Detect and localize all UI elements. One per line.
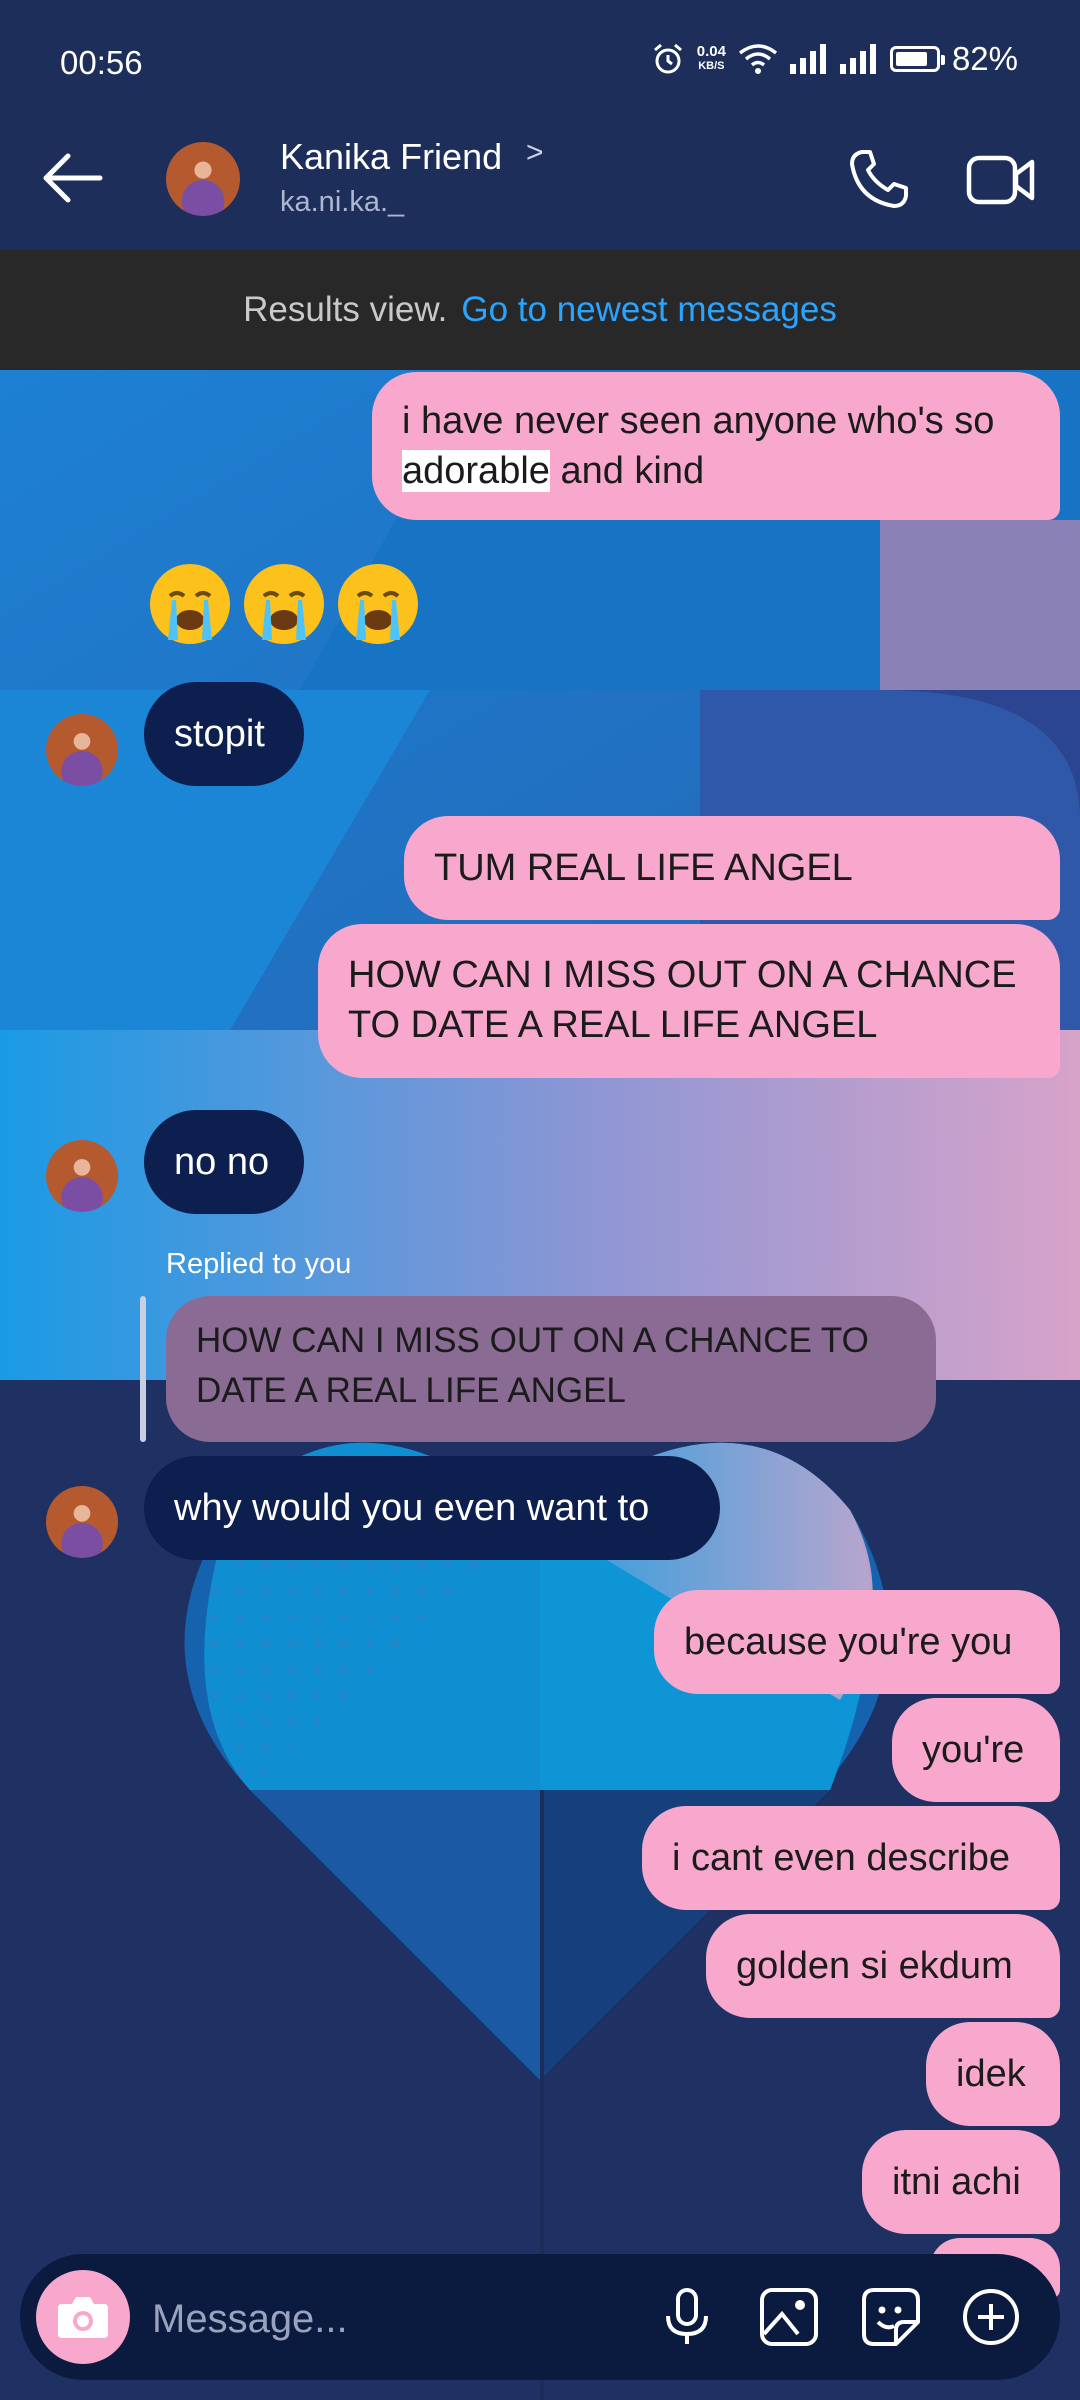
results-view-bar: Results view. Go to newest messages	[0, 250, 1080, 370]
phone-call-icon[interactable]	[848, 148, 910, 210]
outgoing-message[interactable]: i cant even describe	[642, 1806, 1060, 1910]
outgoing-message[interactable]: idek	[926, 2022, 1060, 2126]
emoji-message[interactable]	[146, 560, 422, 648]
camera-icon	[58, 2297, 108, 2338]
alarm-icon	[653, 43, 682, 74]
video-call-icon[interactable]	[966, 150, 1036, 210]
message-input[interactable]	[150, 2288, 654, 2350]
outgoing-message[interactable]: i have never seen anyone who's so adorab…	[372, 372, 1060, 520]
status-time: 00:56	[60, 44, 143, 81]
crying-face-emoji-icon	[150, 564, 230, 644]
gallery-icon[interactable]	[754, 2282, 824, 2352]
network-speed: 0.04 KB/S	[696, 43, 726, 72]
outgoing-message[interactable]: golden si ekdum	[706, 1914, 1060, 2018]
status-icons: 0.04 KB/S 82%	[651, 40, 1018, 78]
camera-button[interactable]	[36, 2270, 130, 2364]
signal-icon-sim2	[839, 44, 876, 74]
outgoing-message[interactable]: because you're you	[654, 1590, 1060, 1694]
message-composer	[20, 2254, 1060, 2380]
results-view-text: Results view.	[243, 290, 448, 329]
signal-icon-sim1	[789, 44, 826, 74]
crying-face-emoji-icon	[338, 564, 418, 644]
crying-face-emoji-icon	[244, 564, 324, 644]
contact-name[interactable]: Kanika Friend	[280, 136, 502, 178]
sender-avatar[interactable]	[46, 1140, 118, 1212]
battery-level-fill	[895, 52, 927, 66]
microphone-icon[interactable]	[652, 2282, 722, 2352]
quoted-message[interactable]: HOW CAN I MISS OUT ON A CHANCE TO DATE A…	[166, 1296, 936, 1442]
contact-username[interactable]: ka.ni.ka._	[280, 186, 404, 219]
outgoing-message[interactable]: you're	[892, 1698, 1060, 1802]
wifi-icon	[738, 44, 778, 74]
replied-to-you-label: Replied to you	[166, 1248, 352, 1280]
search-highlight: adorable	[402, 450, 550, 492]
back-arrow-icon[interactable]	[38, 148, 108, 208]
top-bar: 00:56 0.04 KB/S 82% Kanika Friend > ka.n…	[0, 0, 1080, 250]
battery-icon	[889, 46, 945, 72]
incoming-message[interactable]: stopit	[144, 682, 304, 786]
battery-percent: 82%	[951, 40, 1018, 77]
reply-indicator-line	[140, 1296, 146, 1442]
sender-avatar[interactable]	[46, 714, 118, 786]
outgoing-message[interactable]: HOW CAN I MISS OUT ON A CHANCE TO DATE A…	[318, 924, 1060, 1078]
contact-avatar[interactable]	[166, 142, 240, 216]
outgoing-message[interactable]: itni achi	[862, 2130, 1060, 2234]
incoming-message[interactable]: why would you even want to	[144, 1456, 720, 1560]
sticker-icon[interactable]	[856, 2282, 926, 2352]
go-to-newest-link[interactable]: Go to newest messages	[461, 290, 836, 330]
incoming-message[interactable]: no no	[144, 1110, 304, 1214]
sender-avatar[interactable]	[46, 1486, 118, 1558]
chevron-right-icon[interactable]: >	[526, 136, 544, 170]
outgoing-message[interactable]: TUM REAL LIFE ANGEL HOOOOO	[404, 816, 1060, 993]
add-plus-icon[interactable]	[956, 2282, 1026, 2352]
